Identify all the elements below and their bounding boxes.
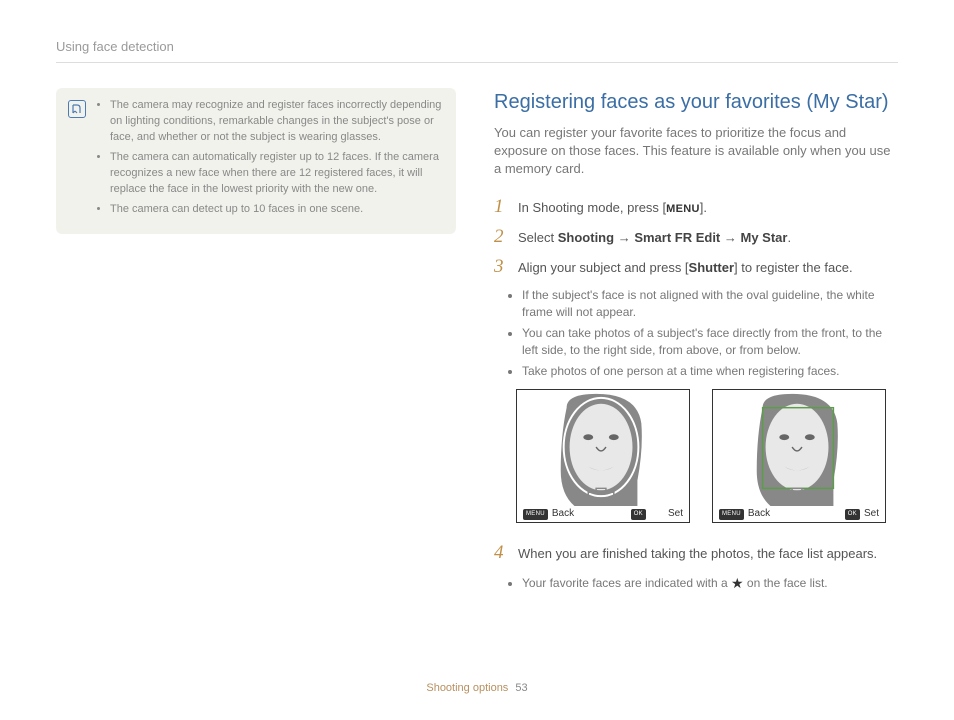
section-heading: Registering faces as your favorites (My …: [494, 88, 898, 116]
step-number: 2: [494, 227, 510, 247]
step-number: 1: [494, 197, 510, 217]
set-label: Set: [864, 507, 879, 521]
step-text: Align your subject and press [Shutter] t…: [518, 257, 898, 277]
page-footer: Shooting options 53: [0, 681, 954, 696]
menu-label: MENU: [666, 203, 700, 215]
step-number: 3: [494, 257, 510, 277]
note-icon: [68, 100, 86, 118]
step-text: When you are finished taking the photos,…: [518, 543, 898, 563]
set-label: Set: [668, 507, 683, 521]
step3-bullets: If the subject's face is not aligned wit…: [494, 287, 898, 379]
face-illustration-rect: [713, 390, 885, 506]
note-item: The camera can detect up to 10 faces in …: [110, 202, 442, 218]
left-column: The camera may recognize and register fa…: [56, 88, 456, 593]
note-list: The camera may recognize and register fa…: [96, 98, 442, 222]
step-3: 3 Align your subject and press [Shutter]…: [494, 257, 898, 277]
back-label: Back: [748, 507, 770, 521]
note-item: The camera may recognize and register fa…: [110, 98, 442, 146]
section-intro: You can register your favorite faces to …: [494, 124, 898, 179]
face-illustration-oval: [517, 390, 689, 506]
star-icon: ★: [731, 574, 744, 594]
footer-section: Shooting options: [426, 682, 508, 694]
right-column: Registering faces as your favorites (My …: [494, 88, 898, 593]
screen-oval-guide: MENU Back OK Set: [516, 389, 690, 523]
note-box: The camera may recognize and register fa…: [56, 88, 456, 234]
screen-rect-guide: MENU Back OK Set: [712, 389, 886, 523]
note-item: The camera can automatically register up…: [110, 150, 442, 198]
ok-badge-icon: OK: [631, 509, 646, 519]
bullet-item: If the subject's face is not aligned wit…: [522, 287, 898, 321]
step-2: 2 Select Shooting → Smart FR Edit → My S…: [494, 227, 898, 247]
bullet-item: You can take photos of a subject's face …: [522, 325, 898, 359]
header-divider: [56, 62, 898, 63]
back-label: Back: [552, 507, 574, 521]
step-4: 4 When you are finished taking the photo…: [494, 543, 898, 563]
bullet-item: Take photos of one person at a time when…: [522, 363, 898, 380]
menu-badge-icon: MENU: [719, 509, 744, 519]
example-screens: MENU Back OK Set: [516, 389, 898, 523]
page-header-section: Using face detection: [56, 38, 174, 56]
step-1: 1 In Shooting mode, press [MENU].: [494, 197, 898, 217]
screen-status-bar: MENU Back OK Set: [713, 506, 885, 522]
ok-badge-icon: OK: [845, 509, 860, 519]
menu-badge-icon: MENU: [523, 509, 548, 519]
step-text: Select Shooting → Smart FR Edit → My Sta…: [518, 227, 898, 247]
step-text: In Shooting mode, press [MENU].: [518, 197, 898, 217]
step-number: 4: [494, 543, 510, 563]
screen-status-bar: MENU Back OK Set: [517, 506, 689, 522]
bullet-item: Your favorite faces are indicated with a…: [522, 574, 898, 594]
page-number: 53: [515, 682, 527, 694]
step4-bullets: Your favorite faces are indicated with a…: [494, 574, 898, 594]
